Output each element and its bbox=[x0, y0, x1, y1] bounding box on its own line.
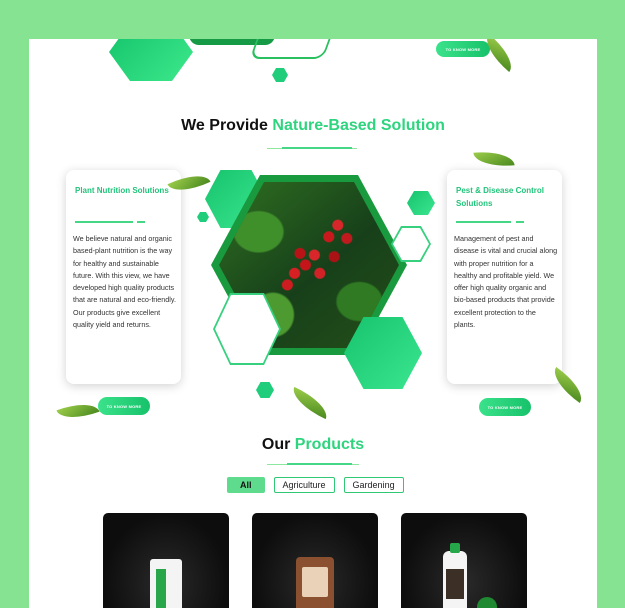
card-divider-dot bbox=[137, 221, 145, 223]
pest-know-more-button[interactable]: TO KNOW MORE bbox=[479, 398, 531, 416]
plant-nutrition-card: Plant Nutrition Solutions We believe nat… bbox=[66, 170, 181, 384]
hexagon-icon bbox=[272, 68, 288, 82]
leaf-icon bbox=[473, 149, 515, 169]
filter-all[interactable]: All bbox=[227, 477, 265, 493]
provide-underline-accent bbox=[282, 147, 352, 149]
card-divider bbox=[456, 221, 511, 223]
leaf-icon bbox=[56, 396, 100, 426]
hexagon-decoration bbox=[109, 39, 193, 81]
hexagon-icon bbox=[197, 212, 209, 222]
provide-title-accent: Nature-Based Solution bbox=[272, 117, 445, 134]
product-card[interactable] bbox=[252, 513, 378, 608]
product-card[interactable] bbox=[103, 513, 229, 608]
card-divider-dot bbox=[516, 221, 524, 223]
card-body: Management of pest and disease is vital … bbox=[454, 234, 558, 330]
products-title-accent: Products bbox=[294, 436, 365, 453]
hexagon-outline-decoration bbox=[249, 39, 339, 59]
leaf-icon bbox=[287, 386, 333, 420]
product-card[interactable] bbox=[401, 513, 527, 608]
filter-agriculture[interactable]: Agriculture bbox=[273, 477, 335, 493]
product-image bbox=[443, 543, 467, 608]
product-image bbox=[296, 557, 334, 608]
products-title-prefix: Our bbox=[261, 436, 291, 453]
card-title: Pest & Disease Control Solutions bbox=[456, 186, 545, 208]
top-know-more-button[interactable]: TO KNOW MORE bbox=[436, 41, 490, 57]
products-underline-accent bbox=[287, 463, 352, 465]
card-divider bbox=[75, 221, 133, 223]
card-title: Plant Nutrition Solutions bbox=[75, 186, 169, 195]
card-body: We believe natural and organic based-pla… bbox=[73, 234, 176, 330]
product-image bbox=[150, 559, 182, 608]
product-image-accent bbox=[477, 597, 497, 608]
nutrition-know-more-button[interactable]: TO KNOW MORE bbox=[98, 397, 150, 415]
products-title: Our Products bbox=[29, 436, 597, 454]
product-filter-tabs: All Agriculture Gardening bbox=[227, 477, 404, 493]
filter-gardening[interactable]: Gardening bbox=[343, 477, 404, 493]
pest-control-card: Pest & Disease Control Solutions Managem… bbox=[447, 170, 562, 384]
provide-title: We Provide Nature-Based Solution bbox=[29, 117, 597, 135]
hexagon-icon bbox=[256, 382, 274, 398]
provide-title-prefix: We Provide bbox=[181, 117, 268, 134]
page-content: TO KNOW MORE We Provide Nature-Based Sol… bbox=[29, 39, 597, 608]
hexagon-icon bbox=[407, 191, 435, 215]
